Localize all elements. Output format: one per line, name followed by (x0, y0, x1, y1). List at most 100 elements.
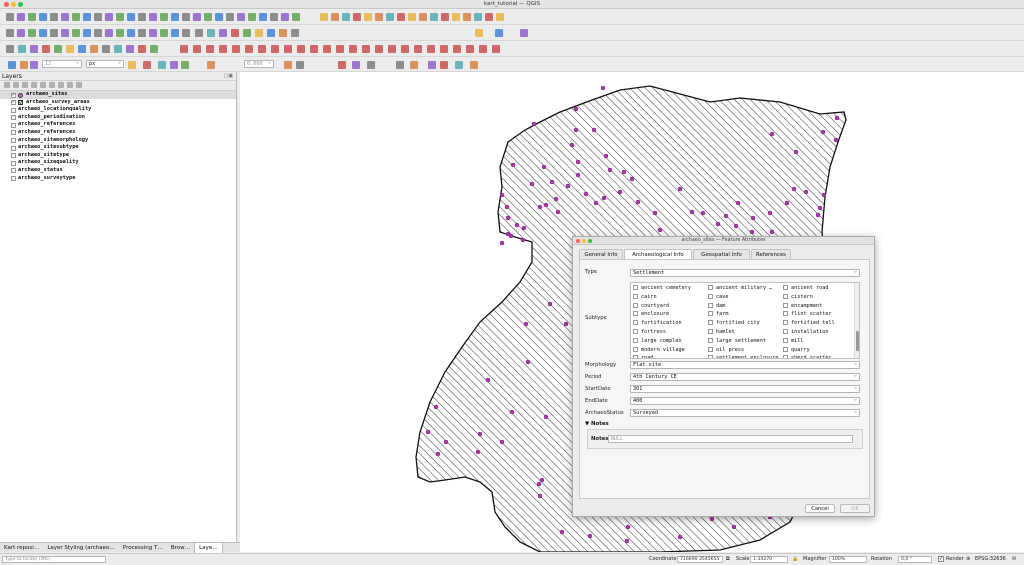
toolbar-button-icon[interactable] (28, 29, 36, 37)
layer-visibility-checkbox[interactable] (11, 92, 16, 99)
site-point[interactable] (529, 181, 535, 187)
site-point[interactable] (815, 212, 821, 218)
site-point[interactable] (700, 210, 706, 216)
site-point[interactable] (749, 229, 755, 235)
scale-combo[interactable]: 1:34270 (750, 556, 788, 563)
toolbar-button-icon[interactable] (475, 29, 483, 37)
toolbar-button-icon[interactable] (243, 29, 251, 37)
site-point[interactable] (555, 209, 561, 215)
site-point[interactable] (769, 131, 775, 137)
site-point[interactable] (821, 192, 827, 198)
toolbar-button-icon[interactable] (72, 29, 80, 37)
toolbar-button-icon[interactable] (419, 13, 427, 21)
site-point[interactable] (520, 237, 526, 243)
toolbar-button-icon[interactable] (204, 13, 212, 21)
site-point[interactable] (573, 106, 579, 112)
toolbar-button-icon[interactable] (226, 13, 234, 21)
site-point[interactable] (629, 176, 635, 182)
close-window-icon[interactable] (4, 2, 9, 7)
toolbar-button-icon[interactable] (338, 61, 346, 69)
bottom-tab[interactable]: Kart reposi… (0, 543, 43, 553)
toolbar-button-icon[interactable] (479, 45, 487, 53)
toolbar-button-icon[interactable] (143, 61, 151, 69)
site-point[interactable] (573, 127, 579, 133)
toolbar-button-icon[interactable] (18, 45, 26, 53)
site-point[interactable] (793, 149, 799, 155)
toolbar-button-icon[interactable] (367, 61, 375, 69)
site-point[interactable] (803, 189, 809, 195)
bottom-tab[interactable]: Brow… (167, 543, 194, 553)
toolbar-button-icon[interactable] (150, 45, 158, 53)
toolbar-button-icon[interactable] (66, 45, 74, 53)
site-point[interactable] (575, 159, 581, 165)
startdate-select[interactable]: 301 (630, 384, 860, 393)
site-point[interactable] (559, 529, 565, 535)
site-point[interactable] (537, 204, 543, 210)
layer-item[interactable]: archaeo_references (0, 129, 236, 137)
archaeostatus-select[interactable]: Surveyed (630, 408, 860, 417)
toolbar-button-icon[interactable] (386, 13, 394, 21)
site-point[interactable] (549, 179, 555, 185)
toolbar-button-icon[interactable] (116, 13, 124, 21)
ok-button[interactable]: OK (840, 504, 870, 513)
toolbar-button-icon[interactable] (408, 13, 416, 21)
toolbar-button-icon[interactable] (6, 29, 14, 37)
site-point[interactable] (505, 215, 511, 221)
notes-input[interactable]: NULL (608, 435, 853, 443)
layer-item[interactable]: archaeo_sizequality (0, 159, 236, 167)
toolbar-button-icon[interactable] (492, 45, 500, 53)
toolbar-button-icon[interactable] (193, 45, 201, 53)
checkbox[interactable] (708, 337, 713, 343)
toolbar-button-icon[interactable] (126, 45, 134, 53)
type-select[interactable]: Settlement (630, 268, 860, 277)
toolbar-button-icon[interactable] (428, 61, 436, 69)
layers-tool-icon[interactable] (49, 82, 55, 88)
subtype-option[interactable]: enclosure (633, 311, 669, 317)
subtype-checklist[interactable]: ancient cemetery ancient military … ancien… (630, 282, 860, 359)
site-point[interactable] (709, 516, 715, 522)
subtype-option[interactable]: flint scatter (783, 311, 832, 317)
subtype-option[interactable]: sherd scatter (783, 355, 832, 358)
site-point[interactable] (621, 169, 627, 175)
toolbar-button-icon[interactable] (160, 13, 168, 21)
checkbox[interactable] (633, 302, 638, 308)
checkbox[interactable] (783, 311, 788, 317)
toolbar-button-icon[interactable] (349, 45, 357, 53)
checkbox[interactable] (708, 285, 713, 290)
checkbox[interactable] (783, 355, 788, 358)
dialog-zoom-icon[interactable] (588, 239, 592, 243)
toolbar-button-icon[interactable] (336, 45, 344, 53)
render-checkbox[interactable]: ✓ (938, 556, 944, 562)
site-point[interactable] (750, 215, 756, 221)
checkbox[interactable] (633, 311, 638, 317)
checkbox[interactable] (708, 346, 713, 352)
toolbar-button-icon[interactable] (255, 29, 263, 37)
toolbar-button-icon[interactable] (50, 29, 58, 37)
toolbar-button-icon[interactable] (463, 13, 471, 21)
layers-tool-icon[interactable] (76, 82, 82, 88)
toolbar-button-icon[interactable] (364, 13, 372, 21)
site-point[interactable] (587, 533, 593, 539)
toolbar-button-icon[interactable] (466, 45, 474, 53)
subtype-option[interactable]: encampment (783, 302, 822, 309)
enddate-select[interactable]: 400 (630, 396, 860, 405)
site-point[interactable] (569, 142, 575, 148)
checkbox[interactable] (633, 337, 638, 343)
site-point[interactable] (575, 172, 581, 178)
toolbar-button-icon[interactable] (245, 45, 253, 53)
layers-tool-icon[interactable] (13, 82, 19, 88)
toolbar-button-icon[interactable] (284, 61, 292, 69)
toolbar-button-icon[interactable] (353, 13, 361, 21)
unit-select[interactable]: px (86, 59, 124, 68)
subtype-option[interactable]: courtyard (633, 302, 669, 309)
checkbox[interactable] (783, 346, 788, 352)
toolbar-button-icon[interactable] (6, 13, 14, 21)
toolbar-button-icon[interactable] (6, 45, 14, 53)
subtype-option[interactable]: cave (708, 293, 729, 300)
layers-tool-icon[interactable] (40, 82, 46, 88)
messages-icon[interactable]: ✉ (1012, 554, 1016, 565)
magnifier-spinbox[interactable]: 100% (829, 556, 867, 563)
subtype-option[interactable]: ancient military … (708, 285, 772, 291)
checkbox[interactable] (708, 293, 713, 299)
toolbar-button-icon[interactable] (83, 29, 91, 37)
